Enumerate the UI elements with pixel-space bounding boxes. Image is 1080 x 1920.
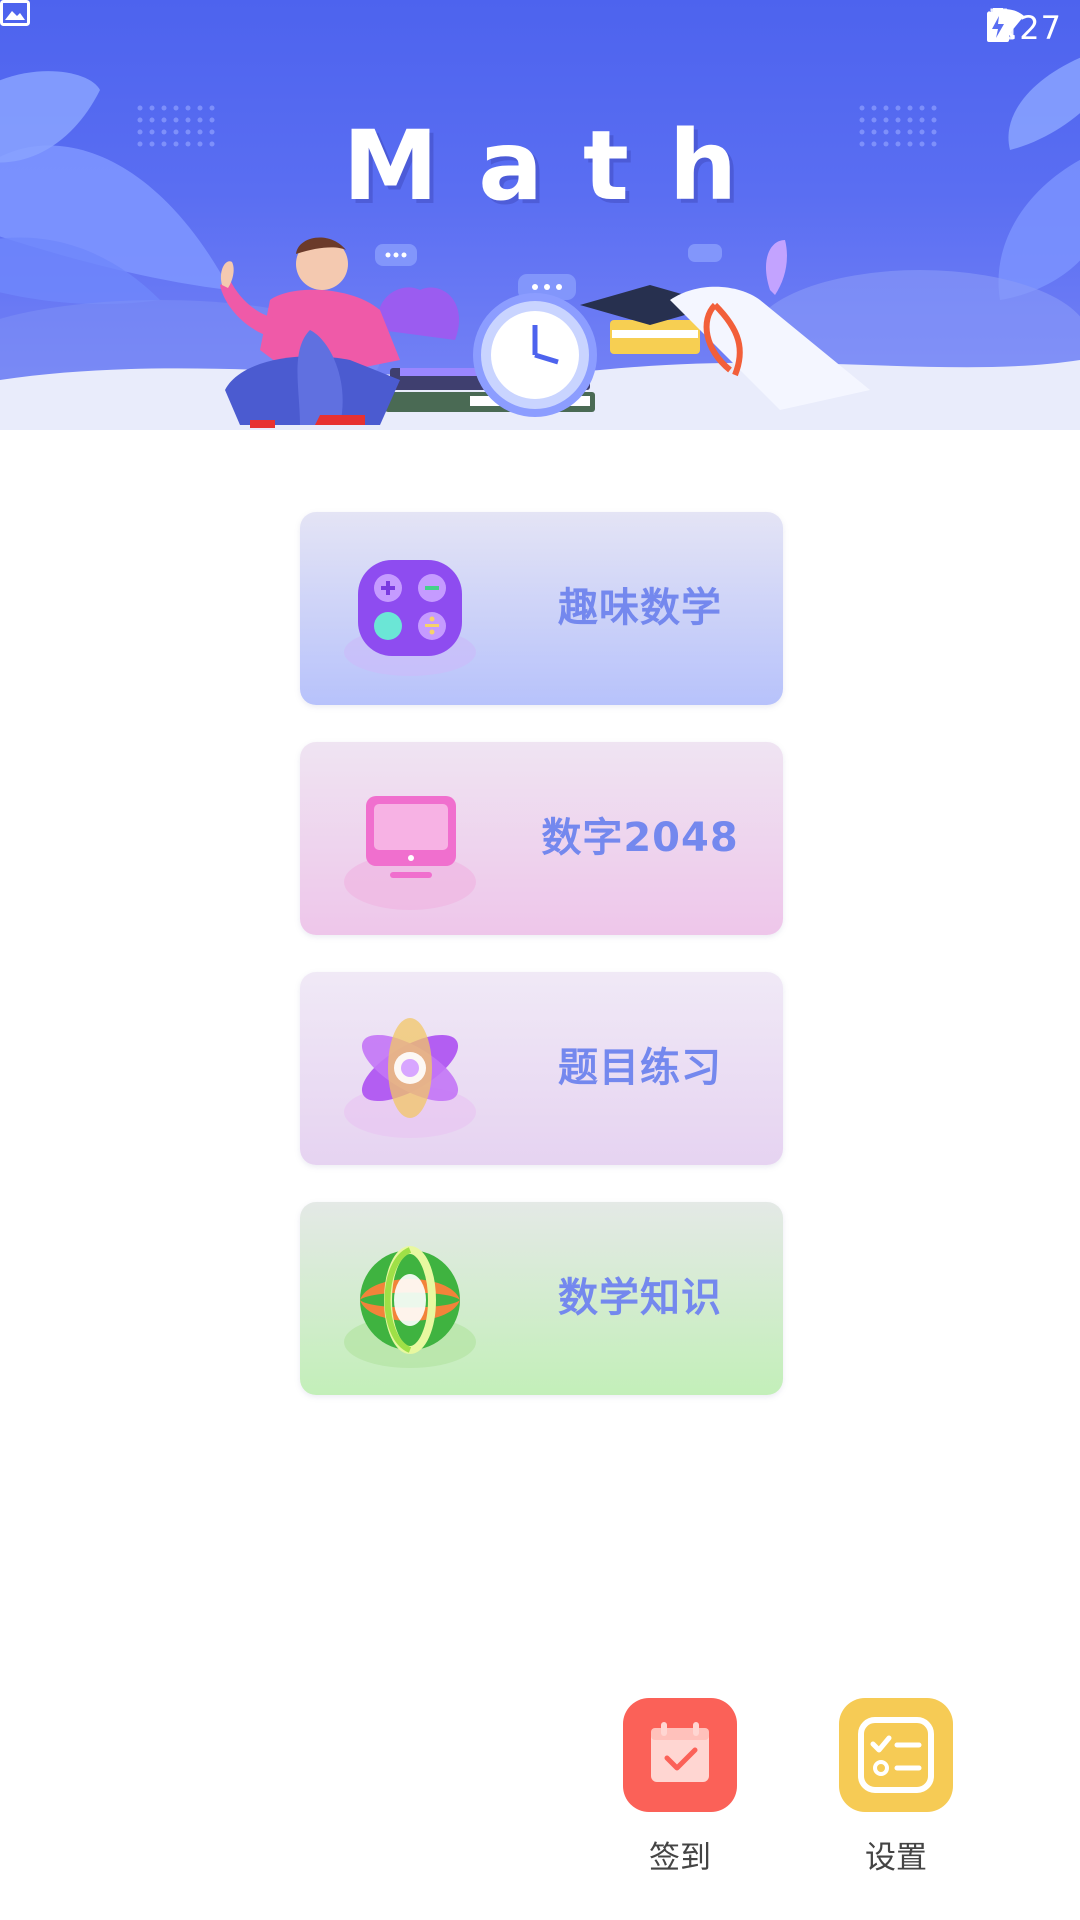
menu-card-2048[interactable]: 数字2048 [300, 742, 783, 935]
status-right-group: 4:27 [986, 8, 1062, 48]
globe-icon [344, 1246, 476, 1368]
signin-label: 签到 [649, 1840, 711, 1876]
home-screen: 4:27 Math 趣味数学 数字2048 题目练习 数学知识 签到 设置 [0, 0, 1080, 1920]
signin-button[interactable]: 签到 [620, 1698, 740, 1877]
battery-charging-icon [987, 8, 1010, 42]
image-icon [0, 0, 30, 26]
menu-card-fun-math[interactable]: 趣味数学 [300, 512, 783, 705]
menu-card-practice[interactable]: 题目练习 [300, 972, 783, 1165]
banner-title: Math [342, 110, 778, 222]
settings-tile[interactable] [839, 1698, 953, 1812]
menu-card-knowledge[interactable]: 数学知识 [300, 1202, 783, 1395]
checklist-icon [858, 1717, 934, 1793]
menu-card-label: 数字2048 [541, 815, 739, 861]
status-bar: 4:27 [0, 0, 1080, 56]
menu-card-label: 趣味数学 [558, 585, 722, 631]
settings-button[interactable]: 设置 [836, 1698, 956, 1877]
atom-icon [344, 1018, 476, 1138]
menu-card-label: 题目练习 [558, 1045, 722, 1091]
hero-banner: 4:27 Math [0, 0, 1080, 430]
signin-tile[interactable] [623, 1698, 737, 1812]
menu-card-label: 数学知识 [558, 1275, 722, 1321]
calendar-check-icon [651, 1722, 709, 1782]
monitor-icon [344, 796, 476, 910]
settings-label: 设置 [865, 1840, 927, 1876]
main-menu: 趣味数学 数字2048 题目练习 数学知识 [300, 512, 783, 1432]
calculator-icon [344, 560, 476, 676]
